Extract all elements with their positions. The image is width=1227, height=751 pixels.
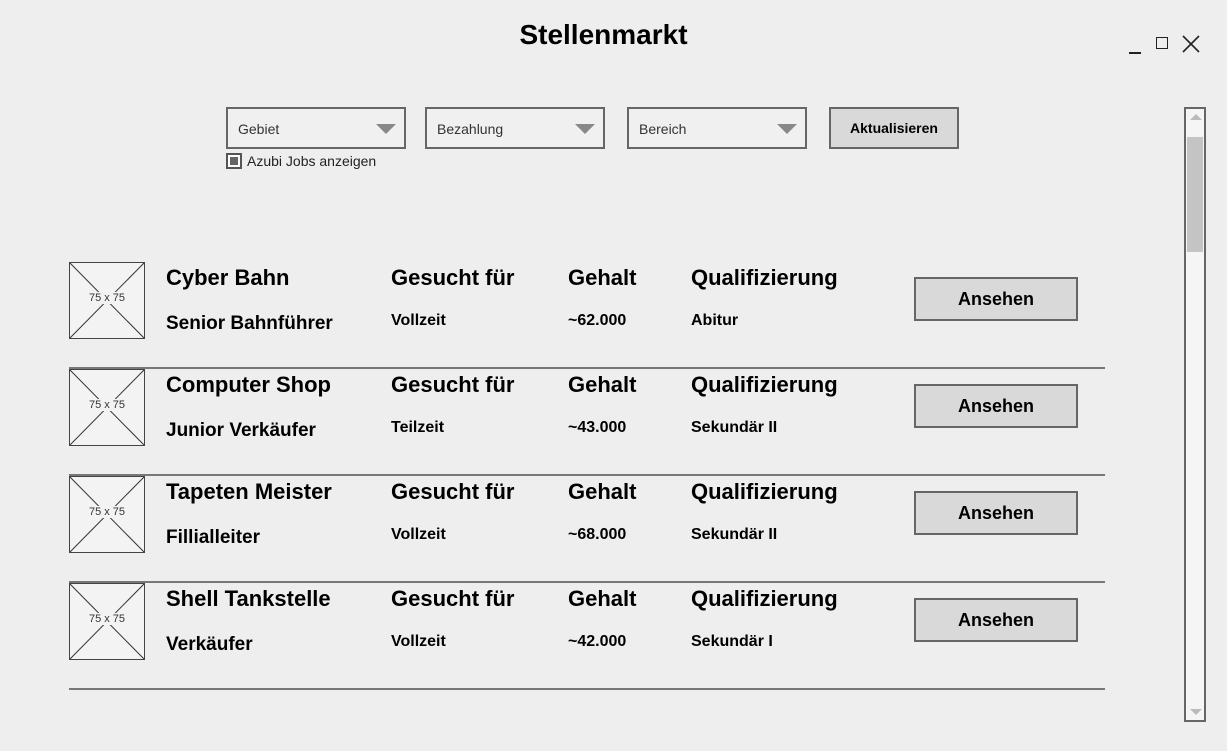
checkbox-mark [230,157,238,165]
salary-header: Gehalt [568,265,637,290]
qualification-value: Sekundär I [691,633,773,650]
company-name: Tapeten Meister [166,479,332,504]
image-placeholder-label: 75 x 75 [87,613,127,625]
view-button[interactable]: Ansehen [914,598,1078,642]
scrollbar-thumb[interactable] [1187,137,1203,252]
job-row: 75 x 75 Computer Shop Junior Verkäufer G… [69,369,1105,476]
chevron-down-icon [575,124,595,134]
wanted-for-value: Vollzeit [391,633,446,650]
salary-value: ~62.000 [568,312,627,329]
company-name: Cyber Bahn [166,265,290,290]
refresh-button[interactable]: Aktualisieren [829,107,959,149]
sector-select-value: Bereich [639,121,687,137]
image-placeholder: 75 x 75 [69,369,145,446]
company-name: Shell Tankstelle [166,586,331,611]
job-row: 75 x 75 Tapeten Meister Fillialleiter Ge… [69,476,1105,583]
image-placeholder: 75 x 75 [69,262,145,339]
company-name: Computer Shop [166,372,331,397]
wanted-for-header: Gesucht für [391,265,515,290]
qualification-value: Sekundär II [691,526,778,543]
sector-select[interactable]: Bereich [627,107,807,149]
chevron-down-icon [376,124,396,134]
salary-value: ~42.000 [568,633,627,650]
image-placeholder-label: 75 x 75 [87,292,127,304]
wanted-for-value: Vollzeit [391,312,446,329]
job-position: Senior Bahnführer [166,313,333,334]
view-button[interactable]: Ansehen [914,277,1078,321]
window-controls [1126,32,1202,56]
close-icon[interactable] [1181,34,1201,54]
apprentice-checkbox[interactable] [226,153,242,169]
view-button[interactable]: Ansehen [914,384,1078,428]
salary-header: Gehalt [568,372,637,397]
apprentice-checkbox-label: Azubi Jobs anzeigen [247,153,377,169]
wanted-for-header: Gesucht für [391,586,515,611]
wanted-for-value: Teilzeit [391,419,445,436]
payment-select-value: Bezahlung [437,121,504,137]
qualification-value: Sekundär II [691,419,778,436]
qualification-value: Abitur [691,312,739,329]
area-select-value: Gebiet [238,121,280,137]
salary-value: ~68.000 [568,526,627,543]
job-row: 75 x 75 Cyber Bahn Senior Bahnführer Ges… [69,262,1105,369]
image-placeholder-label: 75 x 75 [87,399,127,411]
view-button[interactable]: Ansehen [914,491,1078,535]
apprentice-filter: Azubi Jobs anzeigen [226,152,376,170]
job-position: Junior Verkäufer [166,420,316,441]
image-placeholder: 75 x 75 [69,583,145,660]
qualification-header: Qualifizierung [691,265,838,290]
job-position: Verkäufer [166,634,253,655]
salary-value: ~43.000 [568,419,627,436]
chevron-down-icon [777,124,797,134]
job-position: Fillialleiter [166,527,260,548]
area-select[interactable]: Gebiet [226,107,406,149]
window-title: Stellenmarkt [519,19,688,50]
qualification-header: Qualifizierung [691,586,838,611]
scroll-up-icon[interactable] [1190,114,1202,120]
vertical-scrollbar[interactable] [1184,107,1206,722]
salary-header: Gehalt [568,479,637,504]
payment-select[interactable]: Bezahlung [425,107,605,149]
scroll-down-icon[interactable] [1190,709,1202,715]
image-placeholder-label: 75 x 75 [87,506,127,518]
minimize-icon[interactable] [1129,52,1141,54]
maximize-icon[interactable] [1156,37,1168,49]
qualification-header: Qualifizierung [691,372,838,397]
wanted-for-header: Gesucht für [391,479,515,504]
image-placeholder: 75 x 75 [69,476,145,553]
job-row: 75 x 75 Shell Tankstelle Verkäufer Gesuc… [69,583,1105,690]
wanted-for-header: Gesucht für [391,372,515,397]
qualification-header: Qualifizierung [691,479,838,504]
salary-header: Gehalt [568,586,637,611]
wanted-for-value: Vollzeit [391,526,446,543]
